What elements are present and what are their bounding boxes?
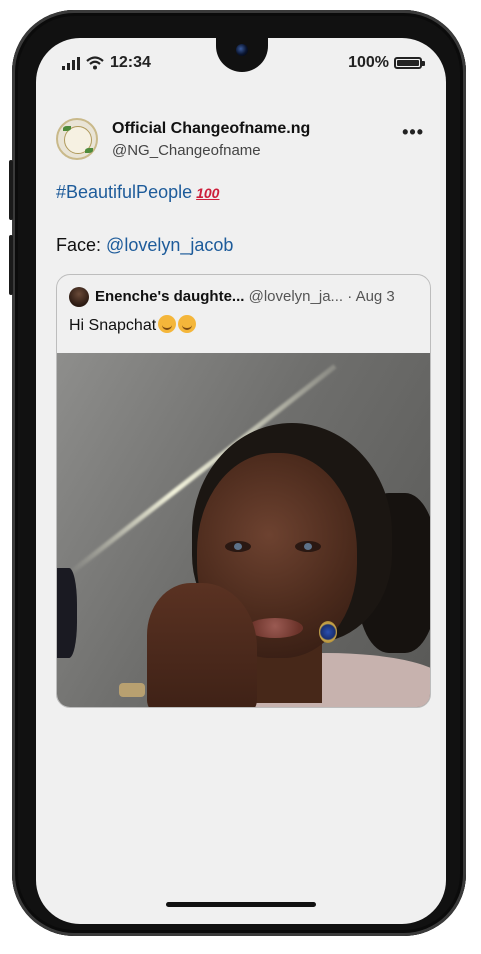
tweet-hashtag-line: #BeautifulPeople 100 [56, 182, 219, 203]
side-button [9, 235, 13, 295]
quoted-date[interactable]: Aug 3 [356, 288, 395, 305]
screen: 12:34 100% Official Changeofname.ng @NG_… [36, 38, 446, 924]
account-handle[interactable]: @NG_Changeofname [112, 142, 261, 159]
front-camera [236, 44, 248, 56]
status-time: 12:34 [110, 54, 151, 71]
quoted-text: Hi Snapchat [69, 317, 157, 334]
earring [319, 621, 337, 643]
battery-fill [397, 60, 419, 66]
smiling-face-icon [158, 315, 177, 333]
hashtag-link[interactable]: #BeautifulPeople [56, 182, 192, 202]
status-bar-left: 12:34 [62, 54, 151, 72]
quoted-name[interactable]: Enenche's daughte... [95, 288, 244, 305]
battery-percent: 100% [348, 54, 389, 71]
left-eye [225, 541, 251, 552]
hand [147, 583, 257, 707]
post-header: Official Changeofname.ng @NG_Changeofnam… [56, 118, 426, 170]
face-label: Face: [56, 235, 102, 255]
status-bar-right: 100% [348, 54, 425, 72]
quoted-text-line: Hi Snapchat [69, 315, 197, 335]
leaf-icon [63, 126, 71, 131]
account-avatar[interactable] [56, 118, 98, 160]
hundred-points-icon: 100 [196, 185, 220, 201]
display-name[interactable]: Official Changeofname.ng [112, 120, 310, 138]
signal-icon [62, 56, 80, 70]
meta-separator: · [347, 288, 353, 305]
battery-icon [394, 57, 425, 69]
tweet-face-line: Face: @lovelyn_jacob [56, 235, 233, 256]
quoted-handle[interactable]: @lovelyn_ja... [249, 288, 343, 305]
home-indicator[interactable] [166, 902, 316, 907]
more-icon[interactable]: ••• [402, 122, 424, 143]
quoted-tweet[interactable]: Enenche's daughte... @lovelyn_ja... · Au… [56, 274, 431, 708]
side-button [9, 160, 13, 220]
quoted-meta: Enenche's daughte... @lovelyn_ja... · Au… [95, 288, 395, 305]
right-eye [295, 541, 321, 552]
quoted-photo[interactable] [57, 353, 430, 707]
wifi-icon [86, 56, 104, 70]
quoted-avatar[interactable] [69, 287, 89, 307]
photo-shadow [57, 568, 77, 658]
leaf-icon [85, 148, 93, 153]
grinning-face-icon [178, 315, 197, 333]
mention-link[interactable]: @lovelyn_jacob [106, 235, 233, 255]
notch [216, 38, 268, 72]
bracelet [119, 683, 145, 697]
